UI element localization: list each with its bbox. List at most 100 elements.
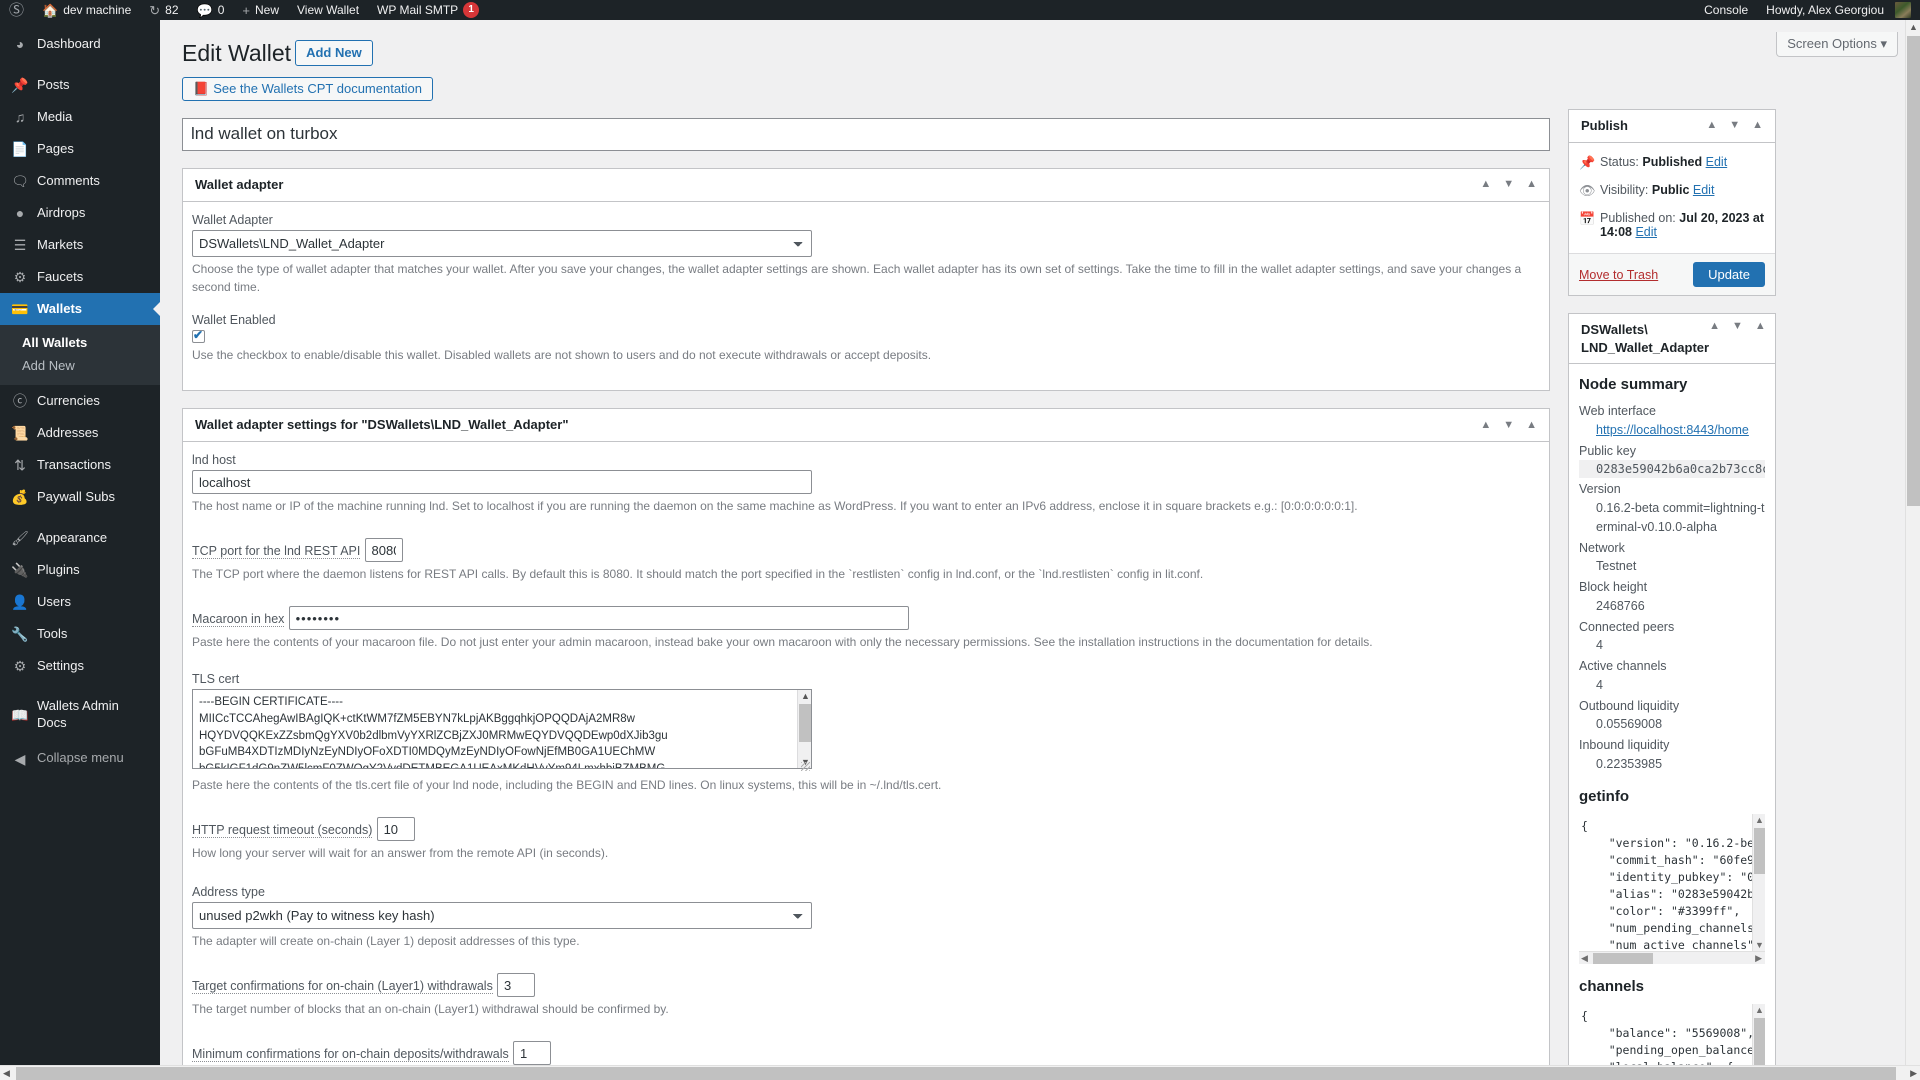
getinfo-horizontal-scrollbar[interactable]: ◀ ▶ [1579,950,1765,964]
wallets-cpt-documentation-button[interactable]: 📕 See the Wallets CPT documentation [182,76,434,101]
getinfo-vertical-scrollbar[interactable]: ▲ ▼ [1752,813,1765,951]
scroll-down-icon[interactable]: ▼ [1755,940,1764,950]
wp-logo-menu[interactable]: Ⓢ [0,0,33,20]
wallet-enabled-checkbox[interactable] [192,330,205,344]
scroll-up-icon[interactable]: ▲ [1909,22,1918,32]
adapter-info-postbox-header[interactable]: DSWallets\ LND_Wallet_Adapter ▲ ▼ ▲ [1569,314,1775,365]
edit-visibility-link[interactable]: Edit [1693,183,1715,197]
sidebar-item-comments[interactable]: 🗨 Comments [0,165,160,197]
updates-menu[interactable]: ↻ 82 [140,0,187,20]
sidebar-item-users[interactable]: 👤 Users [0,586,160,618]
new-content-menu[interactable]: + New [233,0,288,20]
users-icon: 👤 [11,593,29,610]
web-interface-link[interactable]: https://localhost:8443/home [1596,423,1749,437]
scrollbar-thumb[interactable] [1754,1017,1765,1070]
comments-menu[interactable]: 💬 0 [188,0,234,20]
console-menu[interactable]: Console [1695,0,1757,20]
sidebar-item-addresses[interactable]: 📜 Addresses [0,417,160,449]
tls-cert-label: TLS cert [192,672,240,687]
sidebar-item-airdrops[interactable]: ● Airdrops [0,197,160,229]
address-type-select[interactable]: unused p2wkh (Pay to witness key hash) [192,902,812,930]
sidebar-item-all-wallets[interactable]: All Wallets [0,331,160,354]
update-button[interactable]: Update [1693,262,1765,288]
sidebar-item-faucets[interactable]: ⚙ Faucets [0,261,160,293]
toggle-panel-icon[interactable]: ▲ [1755,321,1766,332]
sidebar-item-add-new-wallet[interactable]: Add New [0,354,160,377]
scroll-left-icon[interactable]: ◀ [1581,953,1588,964]
toggle-panel-icon[interactable]: ▲ [1752,120,1763,131]
sidebar-item-tools[interactable]: 🔧 Tools [0,618,160,650]
screen-options-button[interactable]: Screen Options ▾ [1776,32,1898,57]
lnd-host-input[interactable] [192,470,812,495]
edit-status-link[interactable]: Edit [1706,155,1728,169]
move-down-icon[interactable]: ▼ [1729,120,1740,131]
move-to-trash-link[interactable]: Move to Trash [1579,268,1658,282]
page-horizontal-scrollbar[interactable]: ◀ ▶ [0,1065,1920,1080]
toggle-panel-icon[interactable]: ▲ [1526,179,1537,190]
tls-cert-textarea[interactable]: ----BEGIN CERTIFICATE---- MIICcTCCAhegAw… [192,689,812,770]
move-up-icon[interactable]: ▲ [1706,120,1717,131]
admin-sidebar: ◕ Dashboard 📌 Posts ♫ Media 📄 Pages 🗨 Co… [0,20,160,1080]
macaroon-input[interactable] [288,606,909,631]
node-value: 0.22353985 [1596,756,1663,771]
scroll-up-icon[interactable]: ▲ [1755,1005,1764,1015]
resize-handle[interactable] [801,762,810,772]
scrollbar-thumb[interactable] [1593,952,1653,964]
move-down-icon[interactable]: ▼ [1732,321,1743,332]
sidebar-item-markets[interactable]: ☰ Markets [0,229,160,261]
sidebar-item-posts[interactable]: 📌 Posts [0,69,160,101]
sidebar-item-media[interactable]: ♫ Media [0,101,160,133]
sidebar-item-transactions[interactable]: ⇅ Transactions [0,449,160,481]
adapter-settings-postbox-header[interactable]: Wallet adapter settings for "DSWallets\L… [183,409,1549,443]
scrollbar-thumb[interactable] [799,704,811,743]
scroll-up-icon[interactable]: ▲ [801,691,810,701]
sidebar-item-settings[interactable]: ⚙ Settings [0,650,160,682]
collapse-arrow-icon: ◀ [14,750,26,767]
sidebar-item-wallets-admin-docs[interactable]: 📖 Wallets Admin Docs [0,691,160,739]
node-row-version: Version 0.16.2-beta commit=lightning-ter… [1579,480,1765,536]
my-account-menu[interactable]: Howdy, Alex Georgiou [1757,0,1920,20]
wallet-adapter-select[interactable]: DSWallets\LND_Wallet_Adapter [192,230,812,258]
scroll-left-icon[interactable]: ◀ [3,1068,10,1079]
page-vertical-scrollbar[interactable]: ▲ ▼ [1905,20,1920,1080]
sidebar-item-wallets[interactable]: 💳 Wallets [0,293,160,325]
scrollbar-thumb[interactable] [16,1067,1896,1080]
http-timeout-input[interactable] [376,817,415,842]
sidebar-item-dashboard[interactable]: ◕ Dashboard [0,28,160,60]
collapse-menu-button[interactable]: ◀ Collapse menu [0,743,160,775]
tcp-port-input[interactable] [364,538,403,563]
wp-mail-smtp-menu[interactable]: WP Mail SMTP 1 [368,0,488,20]
node-key: Web interface [1579,404,1656,419]
publish-postbox-header[interactable]: Publish ▲ ▼ ▲ [1569,110,1775,144]
sidebar-item-label: Markets [37,236,84,252]
minimum-confirmations-input[interactable] [512,1041,551,1066]
target-confirmations-input[interactable] [497,973,535,998]
scrollbar-thumb[interactable] [1907,36,1920,506]
scroll-right-icon[interactable]: ▶ [1910,1068,1917,1079]
sidebar-item-plugins[interactable]: 🔌 Plugins [0,554,160,586]
visibility-label: Visibility: [1600,183,1649,198]
edit-published-link[interactable]: Edit [1635,225,1657,239]
node-row-web-interface: Web interface https://localhost:8443/hom… [1579,402,1765,440]
scroll-up-icon[interactable]: ▲ [1755,815,1764,825]
scrollbar-thumb[interactable] [1754,827,1765,874]
view-wallet-link[interactable]: View Wallet [288,0,368,20]
sidebar-item-appearance[interactable]: 🖌 Appearance [0,522,160,554]
sidebar-item-pages[interactable]: 📄 Pages [0,133,160,165]
tls-cert-scrollbar[interactable]: ▲ ▼ [797,690,811,769]
post-title-input[interactable] [182,117,1550,151]
sidebar-item-paywall-subs[interactable]: 💰 Paywall Subs [0,481,160,513]
site-name-menu[interactable]: 🏠 dev machine [33,0,140,20]
target-confirmations-label: Target confirmations for on-chain (Layer… [192,978,493,994]
move-up-icon[interactable]: ▲ [1709,321,1720,332]
sidebar-item-currencies[interactable]: ⓒ Currencies [0,385,160,417]
add-new-button[interactable]: Add New [295,40,373,66]
toggle-panel-icon[interactable]: ▲ [1526,419,1537,431]
move-up-icon[interactable]: ▲ [1480,179,1491,190]
move-down-icon[interactable]: ▼ [1503,419,1514,431]
move-down-icon[interactable]: ▼ [1503,179,1514,190]
transactions-icon: ⇅ [14,456,26,473]
wallet-adapter-postbox-header[interactable]: Wallet adapter ▲ ▼ ▲ [183,169,1549,203]
scroll-right-icon[interactable]: ▶ [1755,953,1762,964]
move-up-icon[interactable]: ▲ [1480,419,1491,431]
